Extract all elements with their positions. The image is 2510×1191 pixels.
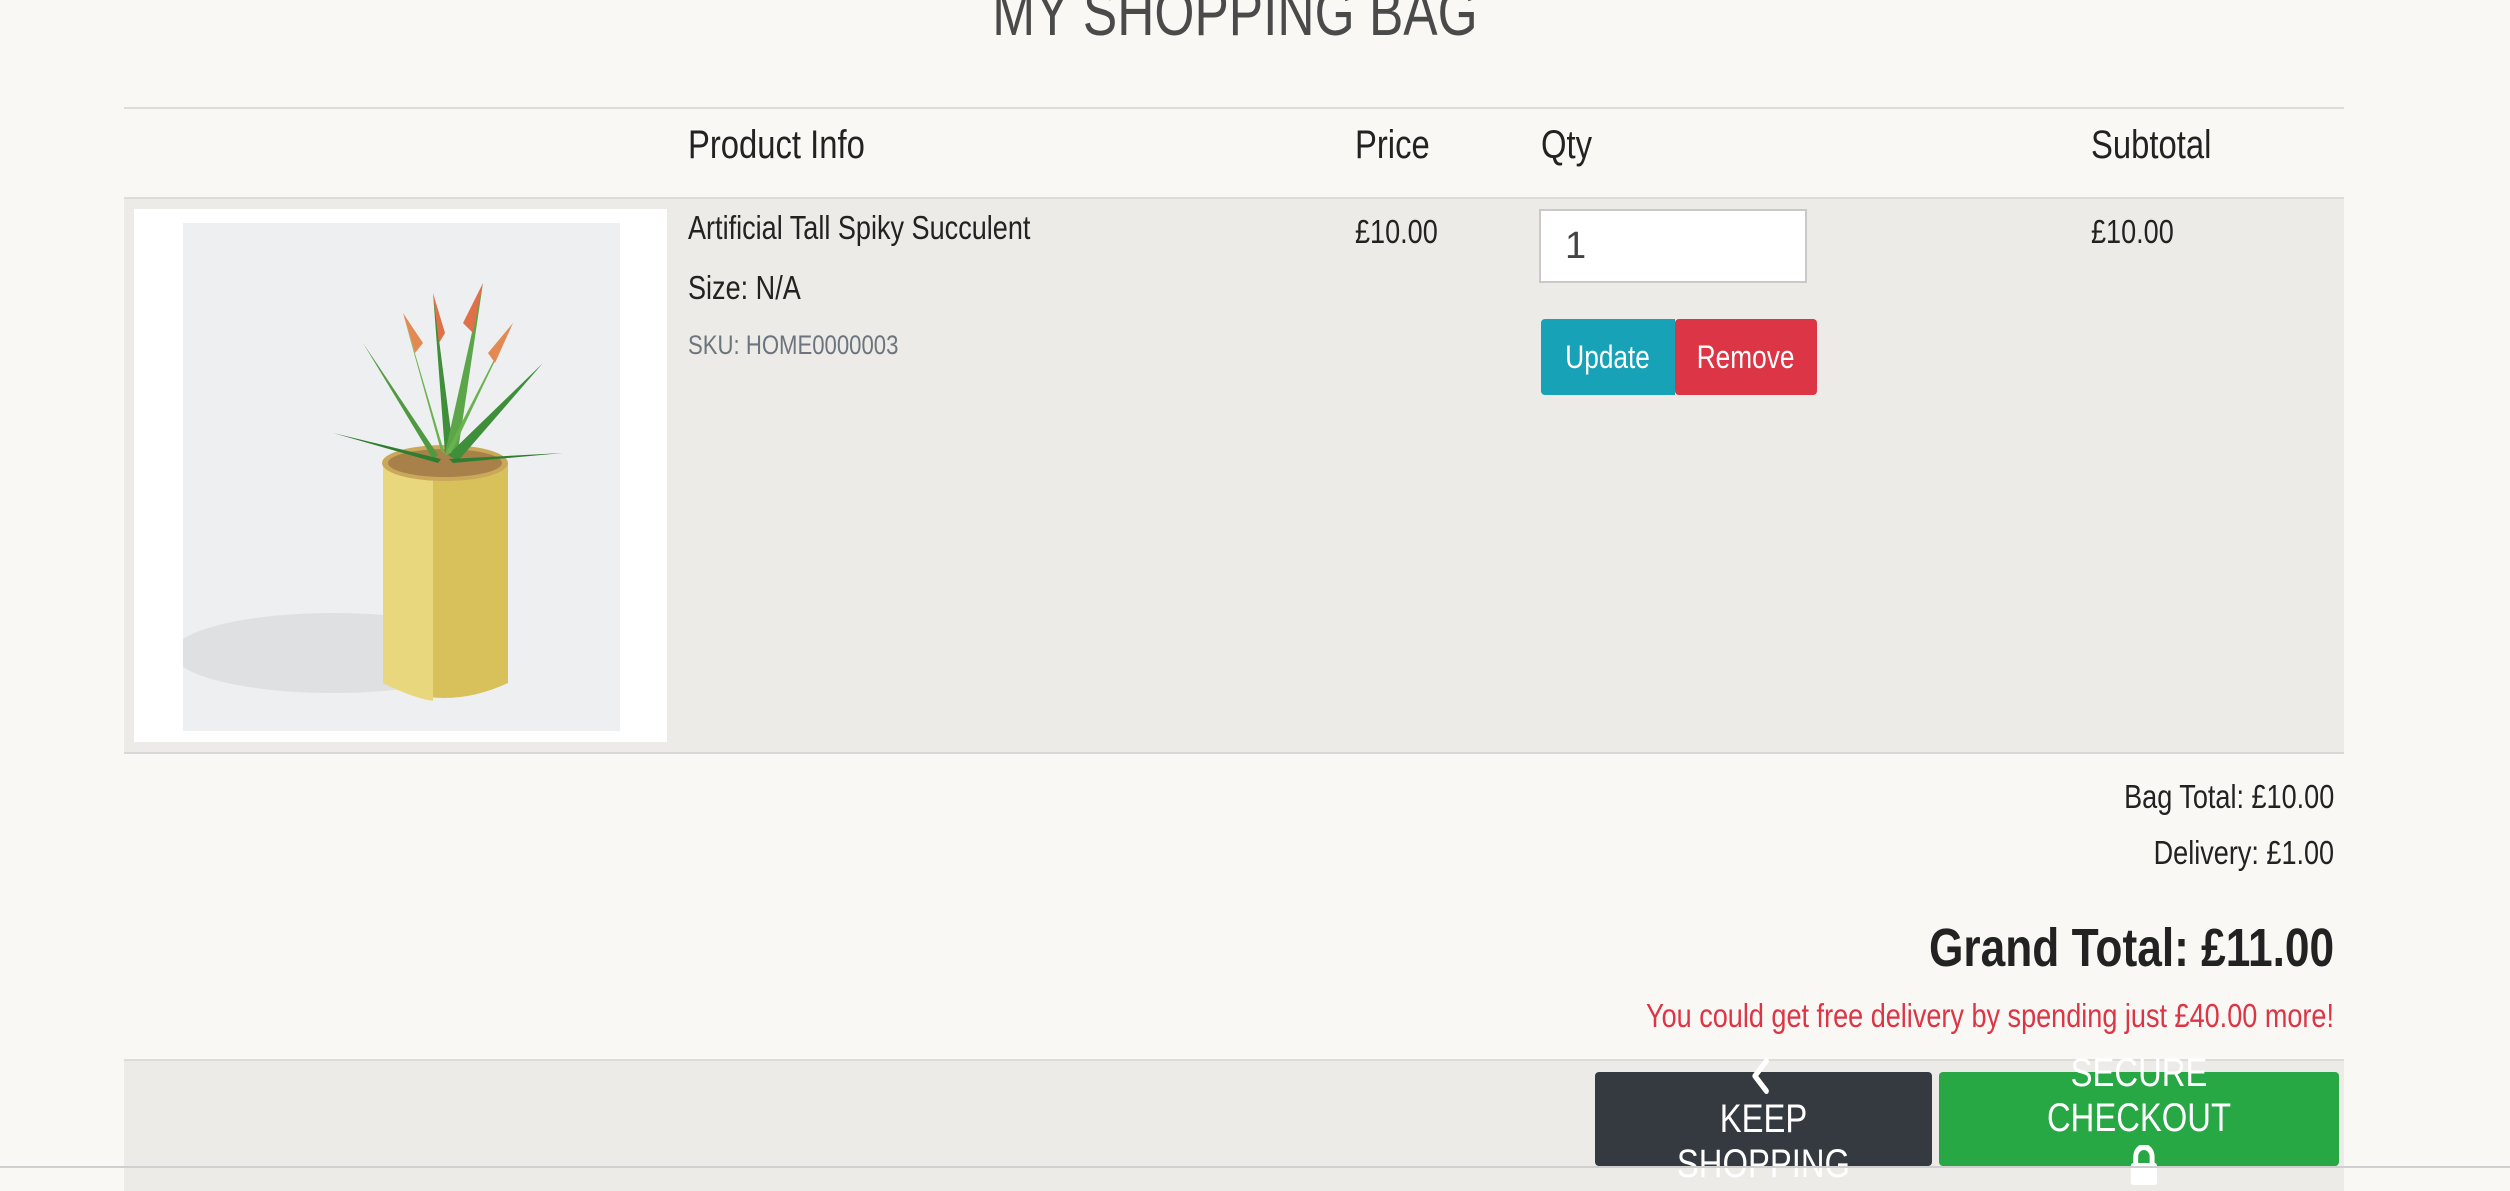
update-button[interactable]: Update	[1541, 319, 1675, 395]
page-divider	[0, 1166, 2510, 1168]
header-qty: Qty	[1541, 123, 1593, 167]
keep-shopping-label: KEEP SHOPPING	[1676, 1096, 1851, 1186]
product-image[interactable]	[134, 209, 667, 742]
product-subtotal: £10.00	[2091, 213, 2174, 250]
keep-shopping-button[interactable]: KEEP SHOPPING	[1595, 1057, 1932, 1186]
update-button-label: Update	[1565, 338, 1651, 375]
secure-checkout-label: SECURE CHECKOUT	[2046, 1051, 2232, 1141]
page-title: MY SHOPPING BAG	[992, 0, 1478, 49]
free-delivery-message: You could get free delivery by spending …	[1646, 997, 2334, 1034]
header-subtotal: Subtotal	[2091, 123, 2212, 167]
product-name[interactable]: Artificial Tall Spiky Succulent	[688, 209, 1030, 247]
product-price: £10.00	[1355, 213, 1438, 250]
remove-button-label: Remove	[1697, 338, 1795, 375]
product-sku: SKU: HOME0000003	[688, 330, 899, 360]
grand-total: Grand Total: £11.00	[1928, 918, 2334, 978]
table-row: Artificial Tall Spiky Succulent Size: N/…	[124, 199, 2344, 754]
secure-checkout-button[interactable]: SECURE CHECKOUT	[1939, 1051, 2339, 1185]
delivery-cost: Delivery: £1.00	[2153, 834, 2334, 871]
quantity-input[interactable]	[1539, 209, 1807, 283]
product-size: Size: N/A	[688, 269, 801, 306]
header-price: Price	[1355, 123, 1430, 167]
shopping-bag: Product Info Price Qty Subtotal Artifici…	[124, 107, 2344, 1191]
checkout-actions: KEEP SHOPPING SECURE CHECKOUT	[124, 1051, 2344, 1191]
succulent-plant-image	[183, 223, 620, 731]
bag-total: Bag Total: £10.00	[2123, 778, 2334, 815]
table-header: Product Info Price Qty Subtotal	[124, 107, 2344, 199]
header-product-info: Product Info	[688, 123, 865, 167]
remove-button[interactable]: Remove	[1675, 319, 1817, 395]
chevron-left-icon	[1752, 1057, 1769, 1094]
